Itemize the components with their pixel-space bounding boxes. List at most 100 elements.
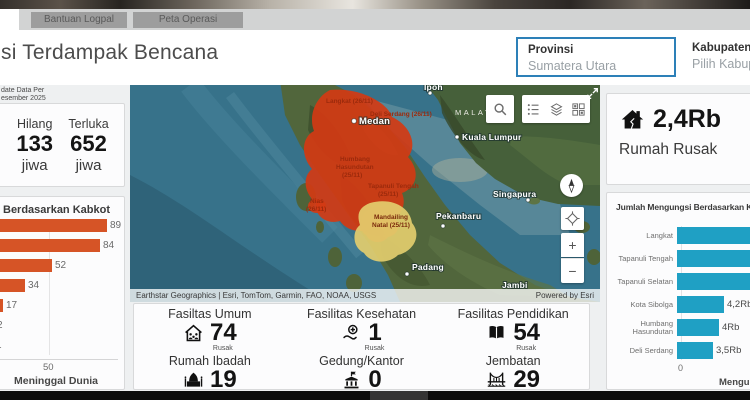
bar-value: 2 xyxy=(0,320,3,331)
city-label-pekanbaru: Pekanbaru xyxy=(436,211,481,221)
bar[interactable] xyxy=(0,279,25,292)
map-compass-button[interactable] xyxy=(560,174,583,197)
bar-row: 2 xyxy=(0,319,144,332)
update-date-note: date Data Per esember 2025 xyxy=(1,87,46,102)
bar-category: Langkat xyxy=(607,232,677,240)
bar-category: Deli Serdang xyxy=(607,347,677,355)
city-label-singapura: Singapura xyxy=(493,189,536,199)
provinsi-label: Provinsi xyxy=(528,44,664,56)
stat-terluka-label: Terluka xyxy=(68,117,108,131)
right-chart-tick-0: 0 xyxy=(678,363,683,373)
city-dot-pekanbaru xyxy=(441,224,445,228)
map-zoom-out-button[interactable]: − xyxy=(561,258,584,283)
kabupaten-select[interactable]: Kabupaten/Kota Pilih Kabupaten xyxy=(692,42,750,71)
left-chart-title: Berdasarkan Kabkot xyxy=(3,204,110,216)
legend-button[interactable] xyxy=(522,102,545,117)
map-zoom-in-button[interactable]: + xyxy=(561,233,584,257)
region-label: Nias xyxy=(310,198,324,205)
bar-value: 34 xyxy=(28,280,39,291)
bar-category: Kota Sibolga xyxy=(607,301,677,309)
bar[interactable] xyxy=(677,227,750,244)
top-photo-banner xyxy=(0,0,750,9)
bar[interactable] xyxy=(677,319,719,336)
bar-row: Kota Sibolga 4,2Rb xyxy=(607,296,750,313)
facility-value: 74 xyxy=(210,321,237,345)
region-label: Humbang xyxy=(340,156,370,163)
page-title: si Terdampak Bencana xyxy=(1,41,218,65)
bar-row: 84 xyxy=(0,239,144,252)
bar[interactable] xyxy=(0,239,100,252)
bar-row: Tapanuli Tengah xyxy=(607,250,750,267)
facility-label: Gedung/Kantor xyxy=(286,354,438,368)
rumah-rusak-card: 2,4Rb Rumah Rusak xyxy=(606,93,750,185)
bar[interactable] xyxy=(677,250,750,267)
right-chart-axis-label: Mengungsi xyxy=(719,377,750,388)
tab-bantuan-logpal[interactable]: Bantuan Logpal xyxy=(31,12,127,28)
expand-icon xyxy=(586,87,599,100)
legend-icon xyxy=(526,102,541,117)
facility-value: 19 xyxy=(210,368,237,392)
health-icon xyxy=(341,323,362,344)
region-label: (26/11) xyxy=(306,206,326,213)
bar-value: 89 xyxy=(110,220,121,231)
region-label-mandailing: Mandailing xyxy=(374,214,408,221)
map-toolbar xyxy=(522,95,590,123)
bar-category: Humbang Hasundutan xyxy=(607,320,677,336)
facility-sub: Rusak xyxy=(286,345,438,353)
bar-value: 84 xyxy=(103,240,114,251)
facility-value: 54 xyxy=(513,321,540,345)
update-line1: date Data Per xyxy=(1,87,46,95)
bar-row: Humbang Hasundutan 4Rb xyxy=(607,319,750,336)
layers-button[interactable] xyxy=(545,102,568,117)
map-panel[interactable]: Langkat (26/11) Deli Serdang (26/11) Hum… xyxy=(130,85,600,302)
bar-row: 1 xyxy=(0,339,144,352)
left-chart-axis-label: Meninggal Dunia xyxy=(0,375,121,387)
region-label: Langkat (26/11) xyxy=(326,98,373,105)
bar[interactable] xyxy=(0,259,52,272)
update-line2: esember 2025 xyxy=(1,95,46,103)
stat-hilang-value: 133 xyxy=(16,131,53,157)
stat-terluka: Terluka 652 jiwa xyxy=(68,117,108,174)
locate-icon xyxy=(564,210,581,227)
city-label-padang: Padang xyxy=(412,262,444,272)
region-label: Tapanuli Tengah xyxy=(368,183,419,190)
provinsi-select[interactable]: Provinsi Sumatera Utara xyxy=(516,37,676,77)
stat-terluka-unit: jiwa xyxy=(68,157,108,174)
stat-hilang-unit: jiwa xyxy=(16,157,53,174)
tab-active-partial[interactable] xyxy=(0,9,19,30)
provinsi-value: Sumatera Utara xyxy=(528,59,664,73)
region-label-mandailing: Natal (25/11) xyxy=(372,222,410,229)
bar-value: 4Rb xyxy=(722,322,739,333)
bar[interactable] xyxy=(0,219,107,232)
map-attribution: Earthstar Geographics | Esri, TomTom, Ga… xyxy=(130,289,600,302)
bar-value: 17 xyxy=(6,300,17,311)
facility-sub: Rusak xyxy=(437,345,589,353)
bridge-icon xyxy=(486,370,507,391)
facility-label: Fasilitas Kesehatan xyxy=(286,307,438,321)
left-chart-bars: 89 84 52 34 17 2 1 xyxy=(0,219,144,359)
bar-value: 4,2Rb xyxy=(727,299,750,310)
bar[interactable] xyxy=(677,296,724,313)
bar[interactable] xyxy=(677,342,713,359)
bottom-bar-segment xyxy=(370,391,428,400)
map-locate-button[interactable] xyxy=(561,207,584,230)
facility-fasilitas-umum: Fasiltas Umum 74 Rusak xyxy=(134,306,286,353)
mengungsi-chart-card: Jumlah Mengungsi Berdasarkan Kabkot Lang… xyxy=(606,192,750,390)
rumah-rusak-value: 2,4Rb xyxy=(653,105,721,134)
map-search-button[interactable] xyxy=(486,95,514,123)
bar[interactable] xyxy=(0,299,3,312)
compass-needle-icon xyxy=(563,177,580,194)
government-building-icon xyxy=(341,370,362,391)
right-chart-title: Jumlah Mengungsi Berdasarkan Kabkot xyxy=(616,202,750,212)
damaged-house-icon xyxy=(619,106,646,133)
facility-fasilitas-kesehatan: Fasilitas Kesehatan 1 Rusak xyxy=(286,306,438,353)
bar-row: Deli Serdang3,5Rb xyxy=(607,342,750,359)
basemap-button[interactable] xyxy=(567,102,590,117)
stat-terluka-value: 652 xyxy=(68,131,108,157)
powered-by-esri: Powered by Esri xyxy=(536,289,594,302)
bar[interactable] xyxy=(677,273,750,290)
map-expand-button[interactable] xyxy=(586,87,599,100)
bar-category: Tapanuli Selatan xyxy=(607,278,677,286)
tab-peta-operasi[interactable]: Peta Operasi xyxy=(133,12,243,28)
city-dot-kuala-lumpur xyxy=(455,135,459,139)
